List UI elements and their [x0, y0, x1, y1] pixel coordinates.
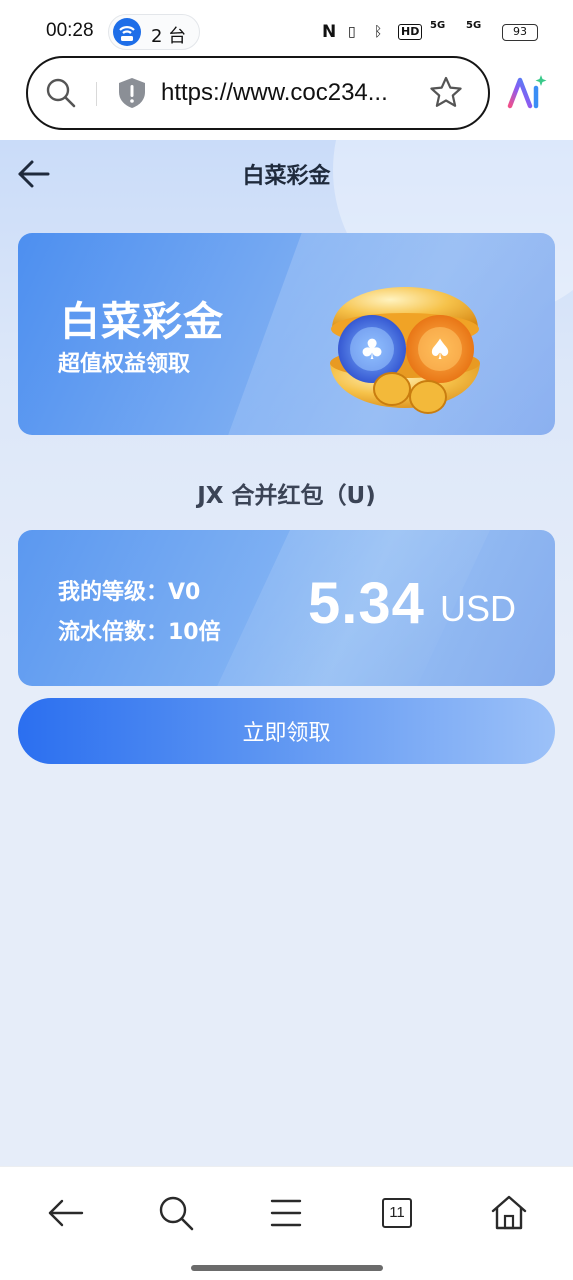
wifi-hotspot-icon — [113, 18, 141, 46]
nav-search-button[interactable] — [154, 1191, 198, 1235]
hotspot-pill[interactable]: 2 台 — [108, 14, 200, 50]
nav-tabs-button[interactable]: 11 — [375, 1191, 419, 1235]
signal-2-icon: 5G — [466, 20, 482, 31]
bluetooth-icon: ᛒ — [374, 24, 383, 40]
url-divider — [96, 82, 97, 106]
search-icon — [159, 1196, 194, 1231]
hotspot-count: 2 台 — [151, 26, 187, 47]
reward-amount: 5.34 — [308, 571, 425, 636]
turnover-multiplier-label: 流水倍数：10倍 — [58, 620, 221, 645]
shield-icon[interactable] — [116, 76, 148, 110]
menu-icon — [270, 1199, 302, 1227]
section-title: JX 合并红包（U) — [197, 483, 376, 509]
ai-assistant-icon[interactable] — [506, 72, 548, 112]
address-bar[interactable]: https://www.coc234... — [26, 56, 490, 130]
svg-text:♠: ♠ — [427, 333, 452, 366]
reward-card: 我的等级：V0 流水倍数：10倍 5.34 USD — [18, 530, 555, 686]
hero-title: 白菜彩金 — [60, 299, 224, 345]
svg-text:♣: ♣ — [359, 333, 384, 366]
nav-back-button[interactable] — [44, 1191, 88, 1235]
search-icon[interactable] — [44, 76, 78, 110]
battery-icon: 93 — [502, 24, 538, 41]
url-text[interactable]: https://www.coc234... — [161, 79, 388, 107]
page-title: 白菜彩金 — [242, 164, 331, 189]
status-bar: 00:28 2 台 N ▯ ᛒ HD 5G 5G 93 — [0, 0, 573, 56]
hero-banner: 白菜彩金 超值权益领取 ♣ ♠ — [18, 233, 555, 435]
home-icon — [491, 1195, 527, 1230]
gold-capsule-chips-icon: ♣ ♠ — [330, 287, 480, 414]
arrow-left-icon — [48, 1199, 84, 1227]
vibrate-icon: ▯ — [348, 24, 356, 40]
vip-level-label: 我的等级：V0 — [58, 580, 201, 605]
signal-1-icon: 5G — [430, 20, 446, 31]
browser-bottom-nav: 11 — [0, 1166, 573, 1280]
nav-home-button[interactable] — [487, 1191, 531, 1235]
browser-bar: https://www.coc234... — [0, 56, 573, 140]
nav-menu-button[interactable] — [264, 1191, 308, 1235]
hd-voice-icon: HD — [398, 24, 423, 40]
home-indicator[interactable] — [191, 1265, 383, 1271]
claim-button[interactable]: 立即领取 — [18, 698, 555, 764]
tabs-icon: 11 — [382, 1198, 412, 1228]
nfc-icon: N — [322, 22, 337, 42]
star-icon[interactable] — [428, 75, 464, 111]
hero-subtitle: 超值权益领取 — [58, 352, 191, 377]
status-icons: N ▯ ᛒ HD 5G 5G 93 — [322, 20, 542, 44]
status-time: 00:28 — [46, 20, 94, 41]
page-content: 白菜彩金 白菜彩金 超值权益领取 ♣ ♠ JX 合并红包（U) 我的等级：V0 … — [0, 140, 573, 1166]
reward-unit: USD — [440, 588, 517, 629]
